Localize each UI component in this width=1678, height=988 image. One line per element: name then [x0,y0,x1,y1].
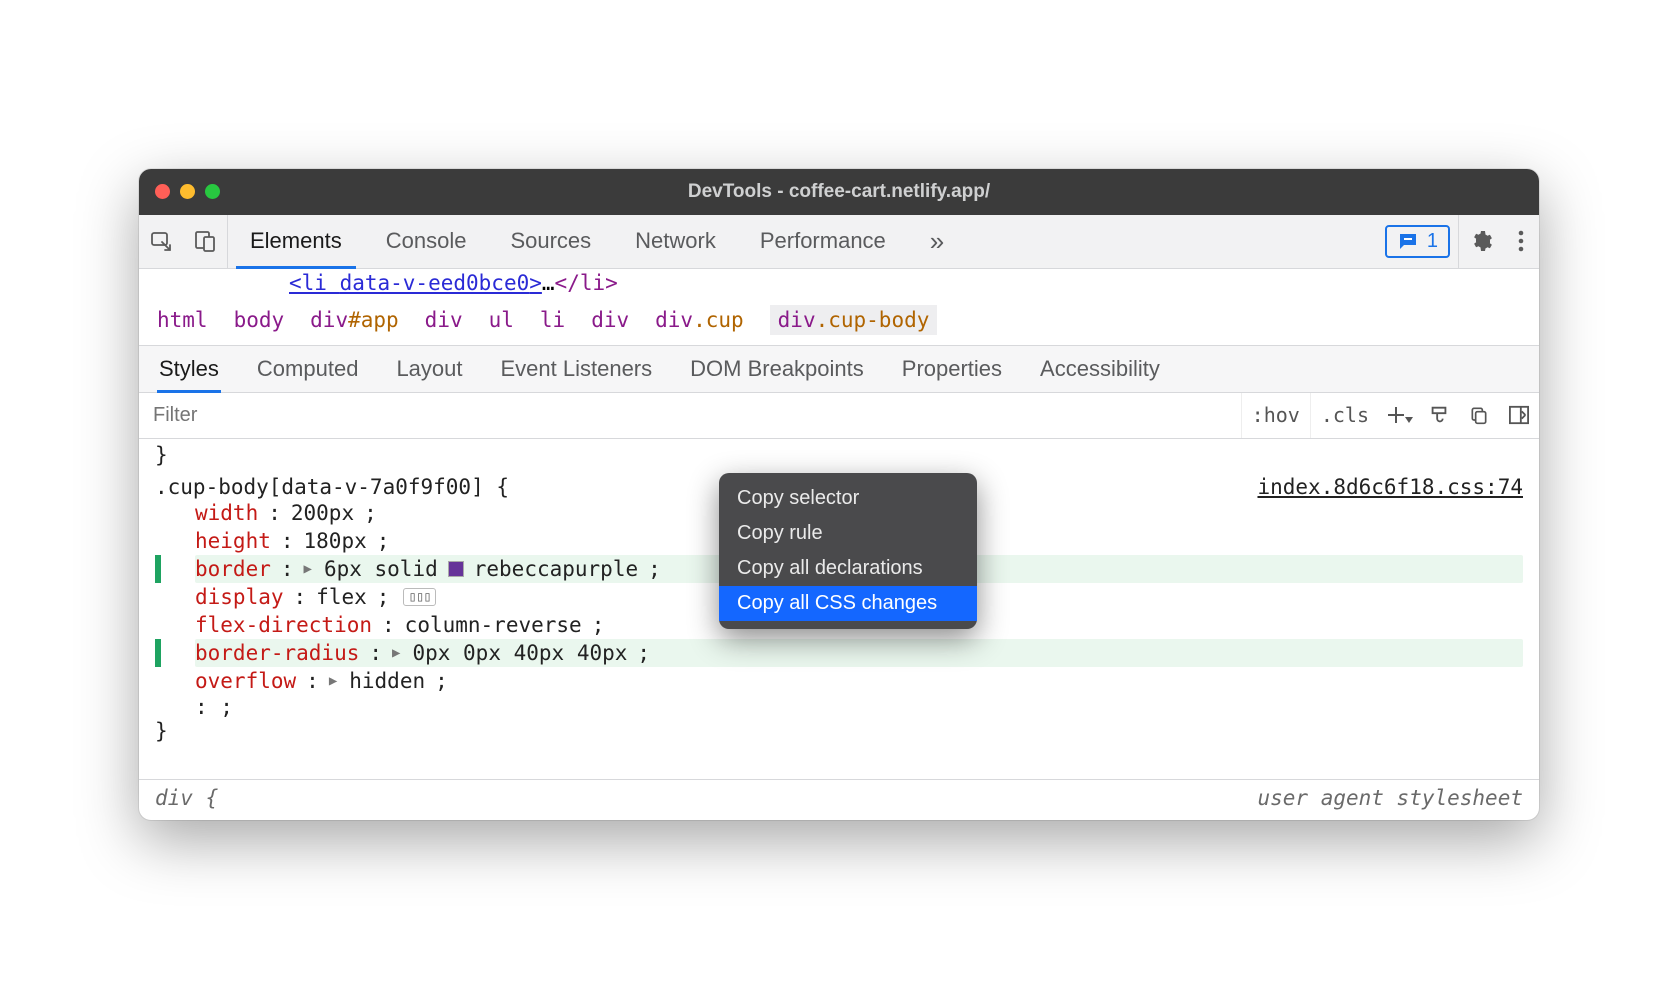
tab-network[interactable]: Network [613,215,738,268]
subtab-event-listeners[interactable]: Event Listeners [499,346,655,392]
subtab-properties[interactable]: Properties [900,346,1004,392]
tab-performance[interactable]: Performance [738,215,908,268]
context-menu: Copy selector Copy rule Copy all declara… [719,473,977,629]
css-declaration[interactable]: overflow: ▶hidden; [195,667,1523,695]
styles-subtabs: Styles Computed Layout Event Listeners D… [139,346,1539,393]
css-empty-declaration[interactable]: : ; [155,695,1523,719]
issues-button[interactable]: 1 [1385,225,1450,258]
ctx-copy-all-declarations[interactable]: Copy all declarations [719,551,977,586]
device-toolbar-icon[interactable] [183,215,227,268]
color-swatch[interactable] [448,561,464,577]
ctx-copy-selector[interactable]: Copy selector [719,481,977,516]
user-agent-rule-row: div { user agent stylesheet [139,779,1539,820]
copy-icon[interactable] [1459,393,1499,438]
breadcrumb-item[interactable]: div.cup [655,308,744,332]
breadcrumb-item[interactable]: html [157,308,208,332]
flex-badge-icon[interactable]: ▯▯▯ [403,588,435,606]
zoom-window-button[interactable] [205,184,220,199]
breadcrumbs: html body div#app div ul li div div.cup div.cup-… [139,297,1539,346]
more-menu-icon[interactable] [1503,215,1539,268]
css-rule-close: } [155,719,1523,743]
toggle-hov-button[interactable]: :hov [1241,393,1310,438]
source-link[interactable]: index.8d6c6f18.css:74 [1257,475,1523,499]
close-window-button[interactable] [155,184,170,199]
css-selector[interactable]: .cup-body[data-v-7a0f9f00] { [155,475,509,499]
tab-elements[interactable]: Elements [228,215,364,268]
breadcrumb-item[interactable]: div.cup-body [770,305,938,335]
subtab-computed[interactable]: Computed [255,346,361,392]
breadcrumb-item[interactable]: div [425,308,463,332]
inspect-element-icon[interactable] [139,215,183,268]
issues-icon [1397,231,1419,251]
tabs-overflow-button[interactable]: » [908,215,966,268]
tab-console[interactable]: Console [364,215,489,268]
styles-pane: } .cup-body[data-v-7a0f9f00] { index.8d6… [139,439,1539,779]
breadcrumb-item[interactable]: div#app [310,308,399,332]
issues-count: 1 [1427,230,1438,253]
subtab-layout[interactable]: Layout [394,346,464,392]
window-title: DevTools - coffee-cart.netlify.app/ [139,181,1539,203]
breadcrumb-item[interactable]: div [591,308,629,332]
dom-tree-row[interactable]: <li data-v-eed0bce0>…</li> [139,269,1539,297]
devtools-window: DevTools - coffee-cart.netlify.app/ Elem… [139,169,1539,820]
breadcrumb-item[interactable]: body [234,308,285,332]
minimize-window-button[interactable] [180,184,195,199]
breadcrumb-item[interactable]: li [540,308,565,332]
subtab-styles[interactable]: Styles [157,346,221,392]
ctx-copy-all-css-changes[interactable]: Copy all CSS changes [719,586,977,621]
styles-filter-input[interactable] [139,393,1241,438]
subtab-dom-breakpoints[interactable]: DOM Breakpoints [688,346,866,392]
window-titlebar: DevTools - coffee-cart.netlify.app/ [139,169,1539,215]
settings-icon[interactable] [1459,215,1503,268]
previous-rule-close: } [155,443,1523,467]
breadcrumb-item[interactable]: ul [489,308,514,332]
ua-label: user agent stylesheet [1257,786,1523,810]
main-toolbar: Elements Console Sources Network Perform… [139,215,1539,269]
tab-sources[interactable]: Sources [488,215,613,268]
styles-filter-bar: :hov .cls [139,393,1539,439]
window-controls [155,184,220,199]
paint-brush-icon[interactable] [1419,393,1459,438]
subtab-accessibility[interactable]: Accessibility [1038,346,1162,392]
toggle-cls-button[interactable]: .cls [1310,393,1379,438]
ctx-copy-rule[interactable]: Copy rule [719,516,977,551]
new-style-rule-icon[interactable] [1379,393,1419,438]
ua-selector: div { [155,786,218,810]
css-declaration[interactable]: border-radius: ▶0px 0px 40px 40px; [195,639,1523,667]
toggle-computed-sidebar-icon[interactable] [1499,393,1539,438]
